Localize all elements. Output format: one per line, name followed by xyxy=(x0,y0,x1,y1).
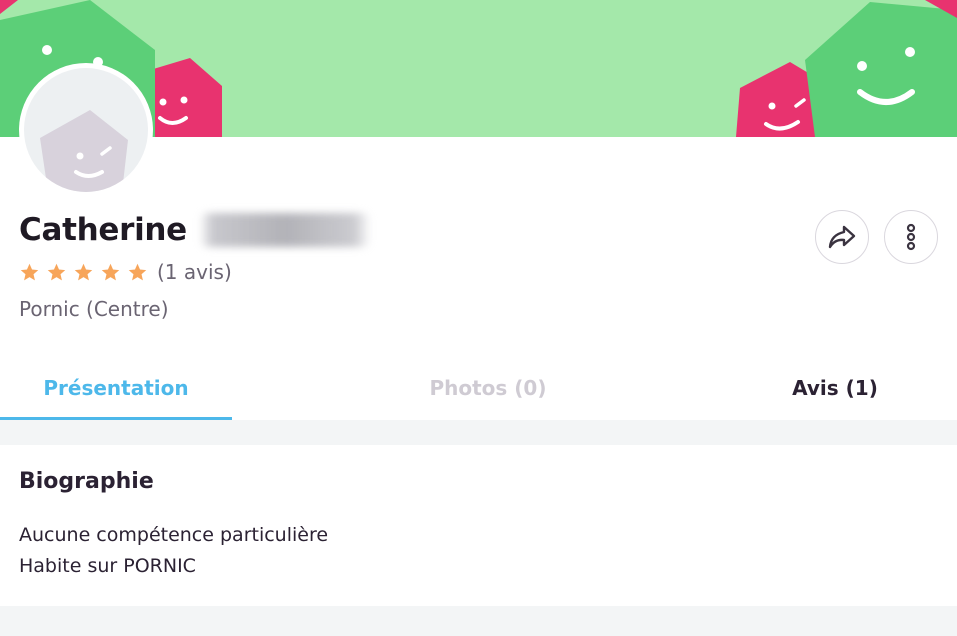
tab-photos[interactable]: Photos (0) xyxy=(392,356,584,420)
redacted-last-name xyxy=(198,213,371,247)
user-first-name: Catherine xyxy=(19,212,187,248)
user-location: Pornic (Centre) xyxy=(19,297,169,321)
avatar[interactable] xyxy=(19,63,153,197)
profile-tabs: Présentation Photos (0) Avis (1) xyxy=(0,356,957,420)
star-icon xyxy=(101,263,120,280)
more-options-button[interactable] xyxy=(884,210,938,264)
share-button[interactable] xyxy=(815,210,869,264)
star-icon xyxy=(47,263,66,280)
active-tab-indicator xyxy=(0,417,232,420)
avatar-placeholder xyxy=(24,68,148,192)
share-icon xyxy=(828,225,856,249)
star-icon xyxy=(20,263,39,280)
tab-presentation[interactable]: Présentation xyxy=(0,356,232,420)
rating-row: (1 avis) xyxy=(19,258,232,286)
star-icon xyxy=(74,263,93,280)
tab-reviews[interactable]: Avis (1) xyxy=(770,356,900,420)
name-row: Catherine xyxy=(19,206,371,254)
more-vertical-icon xyxy=(906,223,916,251)
biography-text-line: Habite sur PORNIC xyxy=(19,555,196,577)
green-house-right xyxy=(805,2,957,137)
star-icon xyxy=(128,263,147,280)
review-count[interactable]: (1 avis) xyxy=(157,260,232,284)
biography-text-line: Aucune compétence particulière xyxy=(19,524,329,546)
profile-page: Catherine (1 avis) Pornic (Centre) Prése… xyxy=(0,0,957,636)
biography-title: Biographie xyxy=(19,469,154,494)
default-avatar-icon xyxy=(40,110,128,192)
